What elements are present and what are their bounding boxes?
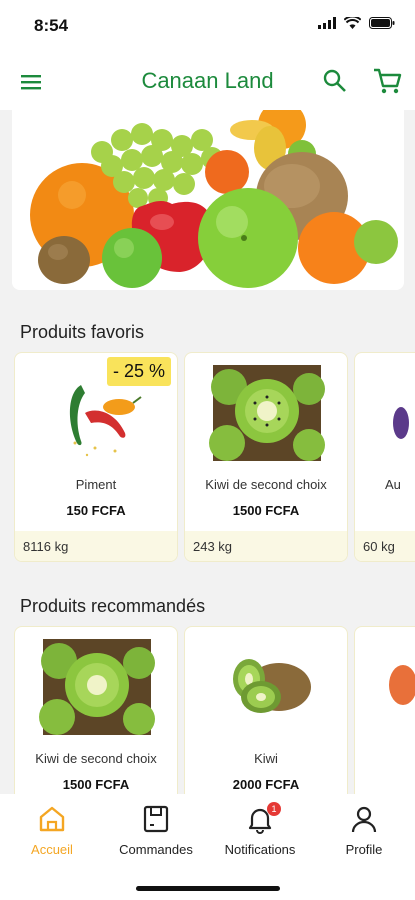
status-time: 8:54: [34, 16, 69, 35]
product-price: 2000 FCFA: [232, 777, 300, 792]
battery-icon: [369, 17, 395, 29]
nav-label: Commandes: [119, 842, 193, 857]
kiwi-slices-image: [209, 365, 325, 461]
product-price: 1500 FCFA: [62, 777, 130, 792]
hero-banner[interactable]: [12, 110, 404, 290]
nav-label: Profile: [345, 842, 383, 857]
signal-icon: [318, 17, 336, 29]
product-card-partial[interactable]: Au 60 kg: [354, 352, 415, 562]
wifi-icon: [344, 17, 361, 29]
product-name: Kiwi de second choix: [35, 751, 157, 766]
favorites-list[interactable]: - 25 % Piment 150 FCFA 8116 kg Kiwi de s…: [14, 352, 415, 562]
product-stock: 60 kg: [355, 531, 415, 561]
nav-profile[interactable]: Profile: [314, 804, 414, 864]
product-name: Kiwi: [254, 751, 278, 766]
product-name: Kiwi de second choix: [205, 477, 327, 492]
kiwi-slices-image: [39, 639, 155, 735]
app-bar: Canaan Land: [0, 52, 415, 110]
fruits-image: [12, 110, 404, 290]
recommended-list[interactable]: Kiwi de second choix 1500 FCFA Kiwi 2000…: [14, 626, 415, 794]
mango-image: [389, 665, 415, 705]
eggplant-image: [393, 407, 409, 439]
product-stock: 8116 kg: [15, 531, 177, 561]
product-card-kiwi-second[interactable]: Kiwi de second choix 1500 FCFA 243 kg: [184, 352, 348, 562]
product-card-piment[interactable]: - 25 % Piment 150 FCFA 8116 kg: [14, 352, 178, 562]
product-name: Piment: [75, 477, 117, 492]
product-card-kiwi-second[interactable]: Kiwi de second choix 1500 FCFA: [14, 626, 178, 794]
product-price: 150 FCFA: [66, 503, 126, 518]
product-card-partial[interactable]: [354, 626, 415, 794]
nav-label: Notifications: [224, 842, 296, 857]
favorites-section-title: Produits favoris: [20, 322, 145, 342]
orders-icon: [143, 805, 169, 833]
search-icon[interactable]: [322, 68, 348, 94]
discount-badge: - 25 %: [106, 357, 171, 386]
app-title: Canaan Land: [141, 68, 274, 93]
recommended-section-title: Produits recommandés: [20, 596, 206, 616]
product-stock: 243 kg: [185, 531, 347, 561]
product-name: Au: [385, 477, 401, 492]
status-icons: [318, 17, 395, 29]
nav-commandes[interactable]: Commandes: [106, 804, 206, 864]
product-price: 1500 FCFA: [232, 503, 300, 518]
home-indicator[interactable]: [136, 886, 280, 891]
status-bar: 8:54: [0, 0, 415, 52]
notification-badge: 1: [267, 802, 281, 816]
nav-accueil[interactable]: Accueil: [2, 804, 102, 864]
nav-notifications[interactable]: 1 Notifications: [210, 802, 310, 864]
product-card-kiwi[interactable]: Kiwi 2000 FCFA: [184, 626, 348, 794]
cart-icon[interactable]: [372, 66, 402, 96]
profile-icon: [351, 806, 377, 833]
nav-label: Accueil: [31, 842, 73, 857]
home-icon: [39, 806, 65, 832]
bottom-navigation: Accueil Commandes 1 Notifications Profil…: [0, 794, 415, 900]
kiwi-image: [233, 659, 311, 713]
